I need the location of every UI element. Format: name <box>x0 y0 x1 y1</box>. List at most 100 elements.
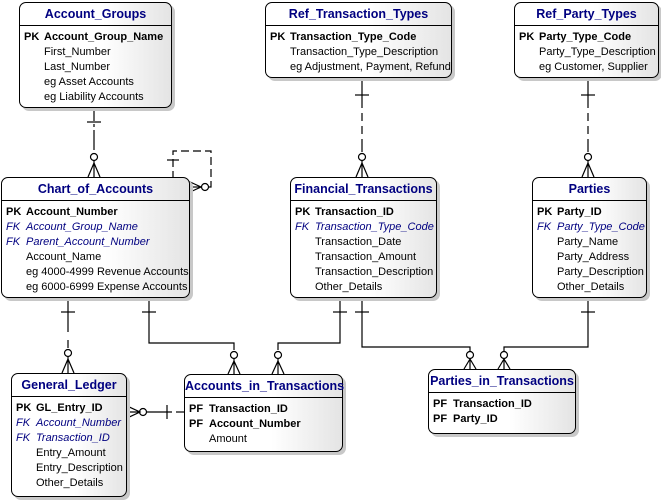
attribute-name: Party_ID <box>453 413 498 425</box>
attribute-name: First_Number <box>44 46 111 58</box>
attribute-name: eg 4000-4999 Revenue Accounts <box>26 266 189 278</box>
attribute-name: Account_Name <box>26 251 102 263</box>
attribute-row: PK Transaction_ID <box>295 205 436 220</box>
entity-financial-transactions[interactable]: Financial_Transactions PK Transaction_ID FK… <box>290 177 437 298</box>
attribute-row: FK Parent_Account_Number <box>6 235 189 250</box>
rel-fin-pit <box>355 296 477 370</box>
attribute-row: eg Liability Accounts <box>24 90 171 105</box>
attribute-name: Transaction_ID <box>315 206 394 218</box>
rel-chart-ait <box>142 296 241 375</box>
attribute-name: Party_Name <box>557 236 619 248</box>
attribute-row: PK Transaction_Type_Code <box>270 30 451 45</box>
attribute-row: Last_Number <box>24 60 171 75</box>
attribute-name: Account_Number <box>26 206 118 218</box>
er-diagram: Account_Groups PK Account_Group_Name First_… <box>0 0 661 501</box>
attribute-name: Transaction_Date <box>315 236 402 248</box>
entity-title: Parties_in_Transactions <box>429 370 575 393</box>
key-marker: PK <box>537 206 553 218</box>
attribute-row: Party_Type_Description <box>519 45 658 60</box>
key-marker: PK <box>519 31 535 43</box>
attribute-row: First_Number <box>24 45 171 60</box>
attribute-row: Transaction_Date <box>295 235 436 250</box>
key-marker: PK <box>6 206 22 218</box>
key-marker: PK <box>270 31 286 43</box>
entity-title: Financial_Transactions <box>291 178 436 201</box>
attribute-name: Other_Details <box>315 281 383 293</box>
attribute-row: FK Transaction_ID <box>16 431 126 446</box>
attribute-row: PK Party_ID <box>537 205 646 220</box>
key-marker: PK <box>24 31 40 43</box>
attribute-name: Party_Address <box>557 251 630 263</box>
key-marker: PF <box>433 413 448 425</box>
attribute-name: Entry_Description <box>36 462 123 474</box>
attribute-name: Party_ID <box>557 206 602 218</box>
attribute-name: Account_Number <box>209 418 301 430</box>
attribute-name: Transaction_Amount <box>315 251 417 263</box>
entity-title: General_Ledger <box>12 374 126 397</box>
key-marker: FK <box>16 432 31 444</box>
attribute-name: Party_Type_Code <box>557 221 645 233</box>
attribute-row: eg 4000-4999 Revenue Accounts <box>6 265 189 280</box>
attribute-name: Transaction_Type_Code <box>290 31 417 43</box>
entity-parties[interactable]: Parties PK Party_ID FK Party_Type_Code Party_… <box>532 177 647 298</box>
attribute-row: FK Account_Group_Name <box>6 220 189 235</box>
entity-account-groups[interactable]: Account_Groups PK Account_Group_Name First_… <box>19 2 172 108</box>
entity-parties-in-transactions[interactable]: Parties_in_Transactions PF Transaction_ID P… <box>428 369 576 434</box>
key-marker: FK <box>6 236 21 248</box>
attribute-name: Amount <box>209 433 247 445</box>
key-marker: PK <box>16 402 32 414</box>
attribute-name: eg Customer, Supplier <box>539 61 648 73</box>
entity-chart-of-accounts[interactable]: Chart_of_Accounts PK Account_Number FK Accou… <box>1 177 190 298</box>
attribute-row: Party_Name <box>537 235 646 250</box>
attribute-row: eg Customer, Supplier <box>519 60 658 75</box>
attribute-row: eg Adjustment, Payment, Refund <box>270 60 451 75</box>
rel-reftx-fin <box>355 76 369 178</box>
attribute-name: Entry_Amount <box>36 447 106 459</box>
key-marker: PK <box>295 206 311 218</box>
attribute-row: Other_Details <box>537 280 646 295</box>
attribute-name: Transaction_ID <box>209 403 288 415</box>
attribute-row: Other_Details <box>16 476 126 491</box>
entity-title: Account_Groups <box>20 3 171 26</box>
attribute-row: PF Transaction_ID <box>433 397 575 412</box>
attribute-row: eg Asset Accounts <box>24 75 171 90</box>
key-marker: FK <box>537 221 552 233</box>
key-marker: PF <box>433 398 448 410</box>
attribute-row: FK Account_Number <box>16 416 126 431</box>
rel-fin-ait <box>271 296 347 375</box>
attribute-row: PF Transaction_ID <box>189 402 342 417</box>
entity-title: Parties <box>533 178 646 201</box>
key-marker: PF <box>189 403 204 415</box>
key-marker: FK <box>6 221 21 233</box>
attribute-row: PK Account_Number <box>6 205 189 220</box>
entity-title: Ref_Transaction_Types <box>266 3 451 26</box>
attribute-row: PK GL_Entry_ID <box>16 401 126 416</box>
entity-title: Ref_Party_Types <box>515 3 658 26</box>
rel-gl-ait <box>124 404 184 420</box>
attribute-row: Entry_Description <box>16 461 126 476</box>
attribute-name: Party_Type_Code <box>539 31 632 43</box>
attribute-name: Last_Number <box>44 61 111 73</box>
attribute-row: PF Account_Number <box>189 417 342 432</box>
attribute-name: GL_Entry_ID <box>36 402 103 414</box>
attribute-row: eg 6000-6999 Expense Accounts <box>6 280 189 295</box>
key-marker: PF <box>189 418 204 430</box>
entity-general-ledger[interactable]: General_Ledger PK GL_Entry_ID FK Account_Num… <box>11 373 127 497</box>
attribute-name: Account_Group_Name <box>44 31 164 43</box>
attribute-row: Party_Address <box>537 250 646 265</box>
entity-ref-transaction-types[interactable]: Ref_Transaction_Types PK Transaction_Type_… <box>265 2 452 78</box>
attribute-name: Other_Details <box>557 281 625 293</box>
rel-account-groups-chart <box>87 106 101 178</box>
attribute-row: Transaction_Amount <box>295 250 436 265</box>
rel-parties-pit <box>497 296 595 370</box>
attribute-name: Account_Group_Name <box>26 221 138 233</box>
attribute-name: Transaction_Description <box>315 266 434 278</box>
attribute-row: Entry_Amount <box>16 446 126 461</box>
attribute-row: Account_Name <box>6 250 189 265</box>
entity-ref-party-types[interactable]: Ref_Party_Types PK Party_Type_Code Party_Ty… <box>514 2 659 78</box>
attribute-name: eg 6000-6999 Expense Accounts <box>26 281 188 293</box>
entity-accounts-in-transactions[interactable]: Accounts_in_Transactions PF Transaction_ID… <box>184 374 344 452</box>
attribute-name: eg Adjustment, Payment, Refund <box>290 61 451 73</box>
attribute-name: Party_Description <box>557 266 644 278</box>
attribute-name: Transaction_Type_Code <box>315 221 434 233</box>
